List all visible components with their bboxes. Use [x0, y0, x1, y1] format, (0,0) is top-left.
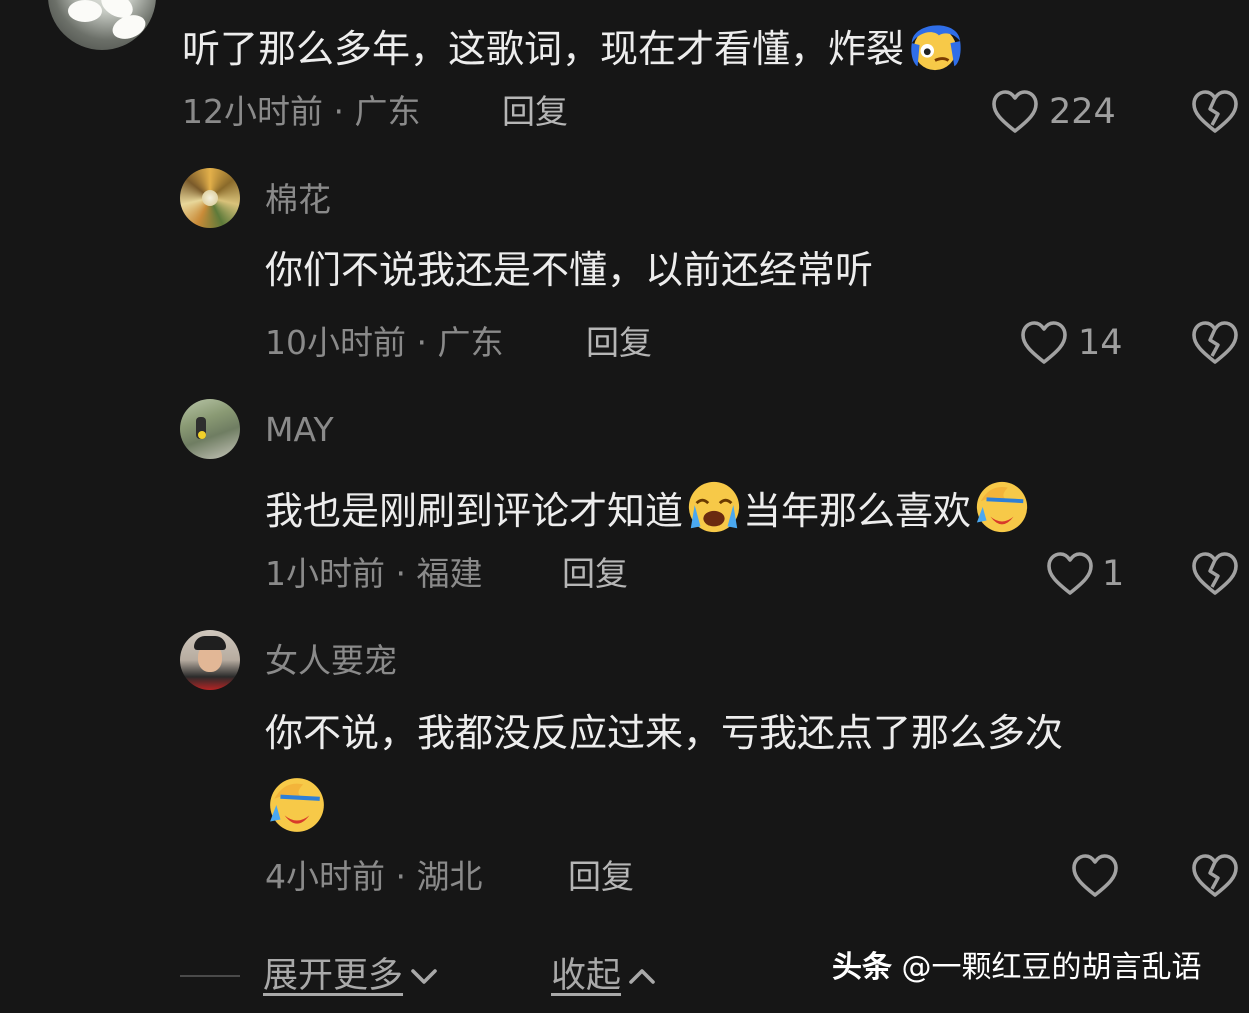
blue-hair-face-emoji	[911, 25, 961, 71]
heart-outline-icon	[1047, 552, 1093, 595]
commenter-avatar[interactable]	[48, 0, 156, 50]
broken-heart-icon	[1192, 552, 1238, 595]
reply-avatar-mianhua[interactable]	[180, 168, 240, 228]
dislike-button[interactable]	[1191, 853, 1239, 899]
watermark-brand: 头条	[832, 950, 892, 985]
expand-more-button[interactable]: 展开更多	[263, 955, 441, 997]
like-count: 14	[1078, 323, 1123, 363]
face-palm-crying-emoji	[976, 481, 1028, 533]
watermark-handle: @一颗红豆的胡言乱语	[901, 950, 1202, 985]
collapse-button[interactable]: 收起	[551, 955, 659, 997]
reply-button[interactable]: 回复	[562, 554, 628, 594]
reply-button[interactable]: 回复	[586, 323, 652, 363]
broken-heart-icon	[1192, 854, 1238, 897]
broken-heart-icon	[1192, 321, 1238, 364]
reply-text: 你不说，我都没反应过来，亏我还点了那么多次	[265, 711, 1064, 755]
loudly-crying-face-emoji	[688, 481, 740, 533]
dislike-button[interactable]	[1191, 551, 1239, 597]
face-palm-crying-emoji	[266, 774, 328, 836]
reply-meta: 10小时前 · 广东	[265, 323, 504, 362]
reply-text: 你们不说我还是不懂，以前还经常听	[265, 248, 874, 292]
like-count: 224	[1049, 92, 1116, 132]
chevron-down-icon	[411, 969, 437, 984]
chevron-up-icon	[629, 969, 655, 984]
reply-text: 我也是刚刷到评论才知道 当年那么喜欢	[265, 478, 1031, 536]
like-count: 1	[1102, 554, 1125, 594]
reply-avatar-may[interactable]	[180, 399, 240, 459]
reply-username[interactable]: MAY	[265, 410, 334, 450]
dislike-button[interactable]	[1191, 89, 1239, 135]
comment-text: 听了那么多年，这歌词，现在才看懂，炸裂	[182, 16, 964, 74]
reply-meta: 1小时前 · 福建	[265, 554, 483, 593]
like-button[interactable]	[1020, 320, 1068, 366]
reply-username[interactable]: 女人要宠	[265, 641, 397, 681]
dislike-button[interactable]	[1191, 320, 1239, 366]
reply-button[interactable]: 回复	[502, 92, 568, 132]
heart-outline-icon	[1072, 854, 1118, 897]
reply-text-part: 当年那么喜欢	[743, 489, 972, 533]
heart-outline-icon	[992, 90, 1038, 133]
reply-meta: 4小时前 · 湖北	[265, 857, 483, 896]
comment-meta: 12小时前 · 广东	[182, 92, 421, 131]
like-button[interactable]	[1071, 853, 1119, 899]
thread-divider	[180, 975, 240, 977]
broken-heart-icon	[1192, 90, 1238, 133]
reply-avatar-nvrenyaochong[interactable]	[180, 630, 240, 690]
collapse-label[interactable]: 收起	[551, 955, 621, 997]
like-button[interactable]	[991, 89, 1039, 135]
comment-text-content: 听了那么多年，这歌词，现在才看懂，炸裂	[182, 27, 905, 71]
like-button[interactable]	[1046, 551, 1094, 597]
reply-username[interactable]: 棉花	[265, 180, 331, 220]
reply-button[interactable]: 回复	[568, 857, 634, 897]
watermark: 头条 @一颗红豆的胡言乱语	[832, 950, 1202, 986]
expand-more-label[interactable]: 展开更多	[263, 955, 403, 997]
heart-outline-icon	[1021, 321, 1067, 364]
reply-text-part: 我也是刚刷到评论才知道	[265, 489, 684, 533]
